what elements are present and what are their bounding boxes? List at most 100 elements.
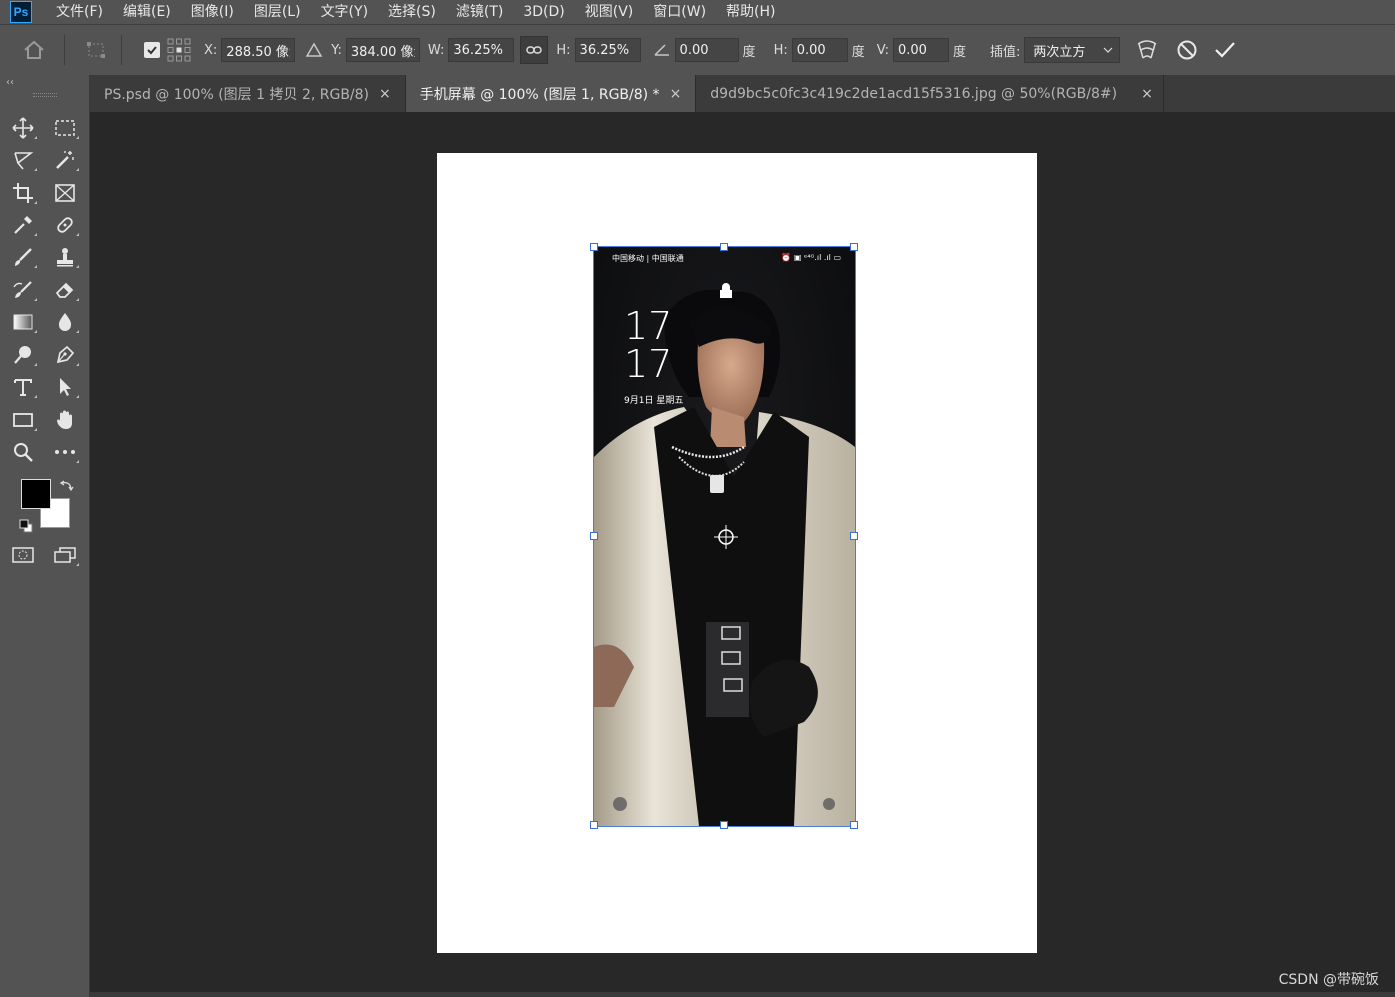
transform-handle-bottom-right[interactable] bbox=[850, 821, 858, 829]
width-input[interactable] bbox=[448, 38, 515, 62]
menu-file[interactable]: 文件(F) bbox=[46, 0, 113, 24]
menu-type[interactable]: 文字(Y) bbox=[311, 0, 378, 24]
eraser-tool[interactable] bbox=[50, 276, 80, 304]
move-icon bbox=[12, 117, 34, 139]
close-icon[interactable]: × bbox=[670, 86, 682, 102]
crop-tool[interactable] bbox=[8, 179, 38, 207]
menu-3d[interactable]: 3D(D) bbox=[513, 0, 574, 24]
pen-icon bbox=[56, 345, 75, 364]
interpolation-label: 插值: bbox=[989, 44, 1021, 60]
magic-wand-tool[interactable] bbox=[50, 146, 80, 174]
frame-tool[interactable] bbox=[50, 179, 80, 207]
transform-handle-top[interactable] bbox=[720, 243, 728, 251]
quick-mask-button[interactable] bbox=[8, 541, 38, 569]
path-selection-tool[interactable] bbox=[50, 373, 80, 401]
tab-label: 手机屏幕 @ 100% (图层 1, RGB/8) * bbox=[419, 86, 660, 103]
close-icon[interactable]: × bbox=[1141, 86, 1153, 102]
h-label: H: bbox=[556, 42, 571, 58]
eyedropper-tool[interactable] bbox=[8, 211, 38, 239]
eraser-icon bbox=[55, 282, 74, 298]
screen-mode-button[interactable] bbox=[50, 541, 80, 569]
gradient-tool[interactable] bbox=[8, 308, 38, 336]
x-position-input[interactable] bbox=[221, 38, 296, 62]
link-icon bbox=[526, 46, 543, 54]
transform-preset-button[interactable] bbox=[79, 33, 113, 67]
menu-help[interactable]: 帮助(H) bbox=[716, 0, 785, 24]
marquee-tool[interactable] bbox=[50, 114, 80, 142]
lockscreen-clock: 17 17 bbox=[624, 307, 672, 383]
menu-select[interactable]: 选择(S) bbox=[378, 0, 446, 24]
interpolation-select[interactable]: 两次立方 bbox=[1024, 37, 1121, 63]
tab-ps-psd[interactable]: PS.psd @ 100% (图层 1 拷贝 2, RGB/8) × bbox=[90, 75, 406, 112]
transform-handle-top-right[interactable] bbox=[850, 243, 858, 251]
water-drop-icon bbox=[58, 313, 72, 331]
zoom-tool[interactable] bbox=[8, 438, 38, 466]
close-icon[interactable]: × bbox=[379, 86, 391, 102]
lasso-tool[interactable] bbox=[8, 146, 38, 174]
home-button[interactable] bbox=[12, 32, 56, 68]
transform-handle-bottom-left[interactable] bbox=[590, 821, 598, 829]
menu-edit[interactable]: 编辑(E) bbox=[113, 0, 181, 24]
reference-point-icon bbox=[167, 38, 191, 62]
menu-window[interactable]: 窗口(W) bbox=[643, 0, 716, 24]
w-label: W: bbox=[427, 42, 445, 58]
skew-v-unit: 度 bbox=[952, 44, 966, 60]
type-tool[interactable] bbox=[8, 373, 38, 401]
checkmark-icon bbox=[1215, 42, 1236, 58]
transform-handle-left[interactable] bbox=[590, 532, 598, 540]
tab-jpg-image[interactable]: d9d9bc5c0fc3c419c2de1acd15f5316.jpg @ 50… bbox=[696, 75, 1164, 112]
menu-filter[interactable]: 滤镜(T) bbox=[446, 0, 513, 24]
swap-colors-button[interactable] bbox=[59, 478, 74, 497]
phone-screenshot-layer[interactable]: 中国移动 | 中国联通 ⏰ ▣ ᵉ⁴ᴳ.ıl .ıl ▭ 17 17 9月1日 … bbox=[593, 246, 856, 827]
rotate-angle-input[interactable] bbox=[674, 38, 739, 62]
options-bar: X: Y: W: H: 度 H: 度 V: 度 插值: 两次立方 bbox=[0, 24, 1395, 75]
hand-tool[interactable] bbox=[50, 406, 80, 434]
hand-icon bbox=[57, 410, 72, 429]
status-bar bbox=[90, 992, 1395, 997]
collapse-panel-button[interactable]: ‹‹ bbox=[6, 77, 14, 88]
history-brush-tool[interactable] bbox=[8, 276, 38, 304]
relative-position-icon[interactable] bbox=[305, 42, 323, 58]
transform-handle-right[interactable] bbox=[850, 532, 858, 540]
skew-v-input[interactable] bbox=[892, 38, 949, 62]
stamp-tool[interactable] bbox=[50, 243, 80, 271]
skew-h-input[interactable] bbox=[791, 38, 848, 62]
edit-toolbar-button[interactable] bbox=[50, 438, 80, 466]
default-colors-button[interactable] bbox=[19, 518, 33, 537]
carrier-label: 中国移动 | 中国联通 bbox=[612, 254, 684, 263]
menu-layer[interactable]: 图层(L) bbox=[244, 0, 311, 24]
healing-brush-tool[interactable] bbox=[50, 211, 80, 239]
skew-h-unit: 度 bbox=[851, 44, 865, 60]
commit-transform-button[interactable] bbox=[1208, 33, 1242, 67]
height-input[interactable] bbox=[574, 38, 641, 62]
blur-tool[interactable] bbox=[50, 308, 80, 336]
interpolation-value: 两次立方 bbox=[1033, 44, 1086, 60]
photoshop-logo: Ps bbox=[10, 1, 32, 23]
warp-mode-button[interactable] bbox=[1130, 33, 1164, 67]
gradient-icon bbox=[13, 314, 33, 330]
swap-arrows-icon bbox=[59, 480, 74, 492]
x-label: X: bbox=[204, 42, 218, 58]
reference-point-grid[interactable] bbox=[162, 33, 196, 67]
tab-phone-screen[interactable]: 手机屏幕 @ 100% (图层 1, RGB/8) * × bbox=[405, 75, 697, 112]
type-icon bbox=[14, 379, 32, 396]
y-position-input[interactable] bbox=[345, 38, 420, 62]
brush-tool[interactable] bbox=[8, 243, 38, 271]
reference-point-checkbox[interactable] bbox=[144, 42, 160, 58]
menu-view[interactable]: 视图(V) bbox=[575, 0, 644, 24]
menu-image[interactable]: 图像(I) bbox=[181, 0, 244, 24]
foreground-color-swatch[interactable] bbox=[21, 479, 51, 509]
maintain-aspect-ratio-button[interactable] bbox=[520, 36, 549, 64]
rectangle-icon bbox=[13, 413, 33, 427]
rectangle-tool[interactable] bbox=[8, 406, 38, 434]
y-label: Y: bbox=[331, 42, 342, 58]
panel-grip[interactable] bbox=[33, 93, 57, 97]
cancel-transform-button[interactable] bbox=[1170, 33, 1204, 67]
move-tool[interactable] bbox=[8, 114, 38, 142]
pen-tool[interactable] bbox=[50, 341, 80, 369]
dodge-tool[interactable] bbox=[8, 341, 38, 369]
transform-handle-bottom[interactable] bbox=[720, 821, 728, 829]
transform-handle-top-left[interactable] bbox=[590, 243, 598, 251]
divider bbox=[64, 35, 65, 65]
screen-mode-icon bbox=[54, 547, 76, 563]
